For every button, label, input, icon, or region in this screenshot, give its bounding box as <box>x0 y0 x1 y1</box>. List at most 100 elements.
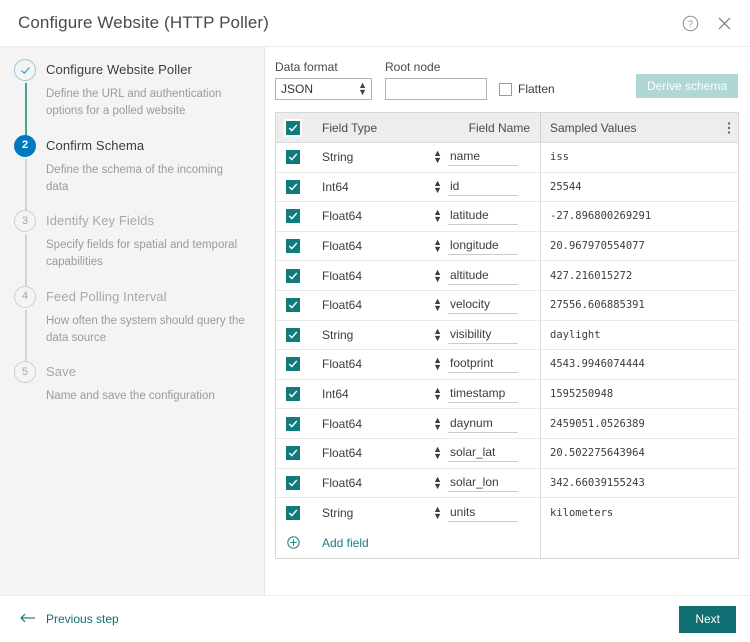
row-field-type-cell[interactable]: Int64 ▲ ▼ <box>310 173 448 202</box>
chevron-updown-icon[interactable]: ▲ ▼ <box>433 504 442 520</box>
row-field-name-input[interactable] <box>448 503 518 522</box>
row-field-name-cell[interactable] <box>448 143 540 172</box>
row-field-name-input[interactable] <box>448 177 518 196</box>
row-checkbox-cell[interactable] <box>276 409 310 438</box>
row-checkbox-cell[interactable] <box>276 173 310 202</box>
row-field-type-cell[interactable]: Float64 ▲ ▼ <box>310 409 448 438</box>
row-checkbox-cell[interactable] <box>276 439 310 468</box>
derive-schema-button[interactable]: Derive schema <box>635 74 738 98</box>
chevron-updown-icon[interactable]: ▲ ▼ <box>433 326 442 342</box>
row-field-name-cell[interactable] <box>448 409 540 438</box>
row-checkbox[interactable] <box>286 446 300 461</box>
row-field-name-cell[interactable] <box>448 291 540 320</box>
chevron-updown-icon[interactable]: ▲ ▼ <box>433 386 442 402</box>
header-sampled-values[interactable]: Sampled Values <box>540 113 720 142</box>
chevron-updown-icon[interactable]: ▲ ▼ <box>433 297 442 313</box>
add-field-button[interactable] <box>286 536 300 549</box>
row-field-name-cell[interactable] <box>448 469 540 498</box>
row-field-name-cell[interactable] <box>448 261 540 290</box>
row-checkbox[interactable] <box>286 327 300 342</box>
row-checkbox[interactable] <box>286 209 300 224</box>
row-checkbox-cell[interactable] <box>276 202 310 231</box>
row-checkbox-cell[interactable] <box>276 380 310 409</box>
chevron-updown-icon[interactable]: ▲ ▼ <box>433 267 442 283</box>
row-field-name-cell[interactable] <box>448 498 540 528</box>
flatten-checkbox[interactable] <box>499 82 512 96</box>
row-checkbox[interactable] <box>286 298 300 313</box>
row-field-name-input[interactable] <box>448 325 518 344</box>
row-checkbox-cell[interactable] <box>276 350 310 379</box>
sidebar-step-identify-key-fields[interactable]: 3 Identify Key Fields Specify fields for… <box>0 210 264 288</box>
select-all-cell[interactable] <box>276 113 310 142</box>
row-checkbox[interactable] <box>286 357 300 372</box>
sidebar-step-confirm-schema[interactable]: 2 Confirm Schema Define the schema of th… <box>0 134 264 212</box>
root-node-input[interactable] <box>385 78 487 100</box>
add-field-label-cell[interactable]: Add field <box>310 528 448 558</box>
row-checkbox-cell[interactable] <box>276 321 310 350</box>
add-field-icon-cell[interactable] <box>276 528 310 558</box>
chevron-updown-icon[interactable]: ▲ ▼ <box>433 178 442 194</box>
sidebar-step-save[interactable]: 5 Save Name and save the configuration <box>0 361 264 421</box>
chevron-updown-icon[interactable]: ▲ ▼ <box>433 208 442 224</box>
row-field-name-input[interactable] <box>448 266 518 285</box>
row-checkbox[interactable] <box>286 505 300 520</box>
chevron-updown-icon[interactable]: ▲ ▼ <box>433 356 442 372</box>
row-checkbox[interactable] <box>286 416 300 431</box>
row-checkbox[interactable] <box>286 268 300 283</box>
row-field-name-cell[interactable] <box>448 380 540 409</box>
row-field-type-cell[interactable]: String ▲ ▼ <box>310 498 448 528</box>
row-field-name-input[interactable] <box>448 148 518 167</box>
flatten-checkbox-group[interactable]: Flatten <box>499 82 555 100</box>
row-field-name-input[interactable] <box>448 296 518 315</box>
row-field-name-input[interactable] <box>448 237 518 256</box>
next-button[interactable]: Next <box>679 605 736 633</box>
chevron-updown-icon[interactable]: ▲ ▼ <box>433 445 442 461</box>
row-field-type-cell[interactable]: Float64 ▲ ▼ <box>310 261 448 290</box>
row-field-type-cell[interactable]: Float64 ▲ ▼ <box>310 469 448 498</box>
help-circle-icon[interactable]: ? <box>680 13 700 33</box>
row-field-type-cell[interactable]: String ▲ ▼ <box>310 321 448 350</box>
chevron-updown-icon[interactable]: ▲ ▼ <box>433 415 442 431</box>
row-field-type-cell[interactable]: Int64 ▲ ▼ <box>310 380 448 409</box>
row-checkbox[interactable] <box>286 475 300 490</box>
row-field-type-cell[interactable]: Float64 ▲ ▼ <box>310 202 448 231</box>
select-all-checkbox[interactable] <box>284 118 302 137</box>
row-field-type-cell[interactable]: Float64 ▲ ▼ <box>310 291 448 320</box>
chevron-updown-icon[interactable]: ▲ ▼ <box>433 238 442 254</box>
row-checkbox-cell[interactable] <box>276 469 310 498</box>
row-field-type-cell[interactable]: Float64 ▲ ▼ <box>310 350 448 379</box>
chevron-updown-icon[interactable]: ▲ ▼ <box>433 474 442 490</box>
row-checkbox[interactable] <box>286 150 300 165</box>
row-field-name-cell[interactable] <box>448 232 540 261</box>
row-field-name-cell[interactable] <box>448 321 540 350</box>
row-checkbox-cell[interactable] <box>276 261 310 290</box>
sidebar-step-configure-website-poller[interactable]: Configure Website Poller Define the URL … <box>0 59 264 137</box>
row-checkbox-cell[interactable] <box>276 143 310 172</box>
row-field-name-cell[interactable] <box>448 202 540 231</box>
close-icon[interactable] <box>714 13 734 33</box>
row-field-name-cell[interactable] <box>448 439 540 468</box>
row-checkbox[interactable] <box>286 387 300 402</box>
row-checkbox[interactable] <box>286 239 300 254</box>
chevron-updown-icon[interactable]: ▲ ▼ <box>433 149 442 165</box>
add-field-row[interactable]: Add field <box>276 527 738 558</box>
row-field-name-cell[interactable] <box>448 173 540 202</box>
row-checkbox-cell[interactable] <box>276 232 310 261</box>
row-field-name-input[interactable] <box>448 385 518 404</box>
row-field-type-cell[interactable]: String ▲ ▼ <box>310 143 448 172</box>
row-field-name-input[interactable] <box>448 444 518 463</box>
row-checkbox-cell[interactable] <box>276 498 310 528</box>
header-field-name[interactable]: Field Name <box>448 113 540 142</box>
row-field-name-input[interactable] <box>448 355 518 374</box>
header-field-type[interactable]: Field Type <box>310 113 448 142</box>
row-field-name-input[interactable] <box>448 207 518 226</box>
row-checkbox[interactable] <box>286 179 300 194</box>
data-format-select[interactable]: JSON <box>275 78 372 100</box>
row-checkbox-cell[interactable] <box>276 291 310 320</box>
row-field-name-input[interactable] <box>448 473 518 492</box>
sidebar-step-feed-polling-interval[interactable]: 4 Feed Polling Interval How often the sy… <box>0 285 264 363</box>
more-vertical-icon[interactable] <box>720 113 738 142</box>
row-field-name-cell[interactable] <box>448 350 540 379</box>
row-field-type-cell[interactable]: Float64 ▲ ▼ <box>310 232 448 261</box>
previous-step-button[interactable]: Previous step <box>20 612 119 626</box>
